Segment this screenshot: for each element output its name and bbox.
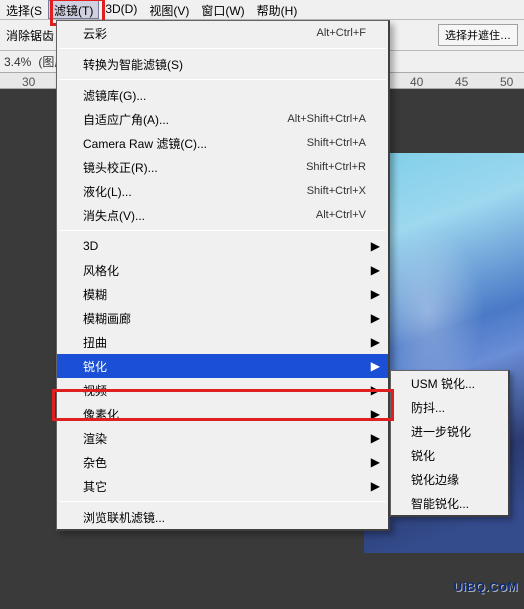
menu-lens-correction[interactable]: 镜头校正(R)... Shift+Ctrl+R <box>57 155 388 179</box>
menu-bar: 选择(S 滤镜(T) 3D(D) 视图(V) 窗口(W) 帮助(H) <box>0 0 524 20</box>
menu-item-label: 转换为智能滤镜(S) <box>83 56 366 73</box>
ruler-tick: 45 <box>455 75 468 89</box>
menu-item-shortcut: Shift+Ctrl+A <box>307 137 366 149</box>
menu-blur-gallery-submenu[interactable]: 模糊画廊 ▶ <box>57 306 388 330</box>
menu-item-shortcut: Shift+Ctrl+R <box>306 161 366 173</box>
menu-item-label: 云彩 <box>83 25 316 42</box>
menu-item-label: 滤镜库(G)... <box>83 87 366 104</box>
menu-select[interactable]: 选择(S <box>0 0 48 19</box>
chevron-right-icon: ▶ <box>371 479 380 493</box>
menu-noise-submenu[interactable]: 杂色 ▶ <box>57 450 388 474</box>
menu-item-label: USM 锐化... <box>411 375 498 392</box>
submenu-sharpen[interactable]: 锐化 <box>391 443 508 467</box>
menu-adaptive-wide-angle[interactable]: 自适应广角(A)... Alt+Shift+Ctrl+A <box>57 107 388 131</box>
watermark: UiBQ.CoM <box>453 578 518 596</box>
menu-item-label: 智能锐化... <box>411 495 498 512</box>
menu-stylize-submenu[interactable]: 风格化 ▶ <box>57 258 388 282</box>
menu-view[interactable]: 视图(V) <box>143 0 195 19</box>
menu-vanishing-point[interactable]: 消失点(V)... Alt+Ctrl+V <box>57 203 388 227</box>
menu-convert-smart-filter[interactable]: 转换为智能滤镜(S) <box>57 52 388 76</box>
menu-item-label: Camera Raw 滤镜(C)... <box>83 135 307 152</box>
submenu-smart-sharpen[interactable]: 智能锐化... <box>391 491 508 515</box>
ruler-tick: 40 <box>410 75 423 89</box>
menu-camera-raw-filter[interactable]: Camera Raw 滤镜(C)... Shift+Ctrl+A <box>57 131 388 155</box>
menu-item-label: 模糊 <box>83 286 366 303</box>
ruler-tick: 30 <box>22 75 35 89</box>
chevron-right-icon: ▶ <box>371 335 380 349</box>
menu-item-label: 其它 <box>83 478 366 495</box>
chevron-right-icon: ▶ <box>371 383 380 397</box>
menu-item-shortcut: Shift+Ctrl+X <box>307 185 366 197</box>
menu-render-submenu[interactable]: 渲染 ▶ <box>57 426 388 450</box>
menu-item-shortcut: Alt+Shift+Ctrl+A <box>287 113 366 125</box>
menu-separator <box>59 79 386 80</box>
chevron-right-icon: ▶ <box>371 239 380 253</box>
menu-help[interactable]: 帮助(H) <box>251 0 304 19</box>
menu-pixelate-submenu[interactable]: 像素化 ▶ <box>57 402 388 426</box>
menu-filter-gallery[interactable]: 滤镜库(G)... <box>57 83 388 107</box>
menu-other-submenu[interactable]: 其它 ▶ <box>57 474 388 498</box>
menu-3d-submenu[interactable]: 3D ▶ <box>57 234 388 258</box>
menu-item-label: 3D <box>83 239 366 253</box>
menu-liquify[interactable]: 液化(L)... Shift+Ctrl+X <box>57 179 388 203</box>
menu-separator <box>59 501 386 502</box>
chevron-right-icon: ▶ <box>371 359 380 373</box>
submenu-sharpen-edges[interactable]: 锐化边缘 <box>391 467 508 491</box>
menu-video-submenu[interactable]: 视频 ▶ <box>57 378 388 402</box>
menu-item-label: 视频 <box>83 382 366 399</box>
ruler-tick: 50 <box>500 75 513 89</box>
menu-item-label: 消失点(V)... <box>83 207 316 224</box>
menu-filter[interactable]: 滤镜(T) <box>48 0 99 19</box>
menu-item-label: 液化(L)... <box>83 183 307 200</box>
menu-item-label: 防抖... <box>411 399 498 416</box>
select-and-mask-button[interactable]: 选择并遮住… <box>438 24 518 46</box>
submenu-shake-reduction[interactable]: 防抖... <box>391 395 508 419</box>
menu-distort-submenu[interactable]: 扭曲 ▶ <box>57 330 388 354</box>
menu-last-filter[interactable]: 云彩 Alt+Ctrl+F <box>57 21 388 45</box>
chevron-right-icon: ▶ <box>371 455 380 469</box>
menu-browse-online-filters[interactable]: 浏览联机滤镜... <box>57 505 388 529</box>
menu-blur-submenu[interactable]: 模糊 ▶ <box>57 282 388 306</box>
submenu-usm-sharpen[interactable]: USM 锐化... <box>391 371 508 395</box>
menu-item-label: 镜头校正(R)... <box>83 159 306 176</box>
menu-item-label: 浏览联机滤镜... <box>83 509 366 526</box>
zoom-level: 3.4% <box>4 55 31 69</box>
menu-separator <box>59 230 386 231</box>
menu-item-label: 自适应广角(A)... <box>83 111 287 128</box>
menu-item-label: 锐化 <box>83 358 366 375</box>
sharpen-submenu: USM 锐化... 防抖... 进一步锐化 锐化 锐化边缘 智能锐化... <box>390 370 510 517</box>
menu-item-label: 风格化 <box>83 262 366 279</box>
menu-item-label: 像素化 <box>83 406 366 423</box>
menu-item-shortcut: Alt+Ctrl+F <box>316 27 366 39</box>
menu-item-label: 扭曲 <box>83 334 366 351</box>
chevron-right-icon: ▶ <box>371 287 380 301</box>
menu-separator <box>59 48 386 49</box>
chevron-right-icon: ▶ <box>371 407 380 421</box>
menu-item-label: 锐化 <box>411 447 498 464</box>
chevron-right-icon: ▶ <box>371 431 380 445</box>
menu-item-label: 杂色 <box>83 454 366 471</box>
menu-window[interactable]: 窗口(W) <box>195 0 250 19</box>
chevron-right-icon: ▶ <box>371 311 380 325</box>
menu-3d[interactable]: 3D(D) <box>99 0 143 19</box>
filter-menu-dropdown: 云彩 Alt+Ctrl+F 转换为智能滤镜(S) 滤镜库(G)... 自适应广角… <box>56 20 390 531</box>
menu-item-label: 模糊画廊 <box>83 310 366 327</box>
chevron-right-icon: ▶ <box>371 263 380 277</box>
menu-sharpen-submenu[interactable]: 锐化 ▶ <box>57 354 388 378</box>
menu-item-label: 进一步锐化 <box>411 423 498 440</box>
menu-item-shortcut: Alt+Ctrl+V <box>316 209 366 221</box>
menu-item-label: 锐化边缘 <box>411 471 498 488</box>
submenu-sharpen-more[interactable]: 进一步锐化 <box>391 419 508 443</box>
menu-item-label: 渲染 <box>83 430 366 447</box>
antialias-label: 消除锯齿 <box>6 27 54 44</box>
